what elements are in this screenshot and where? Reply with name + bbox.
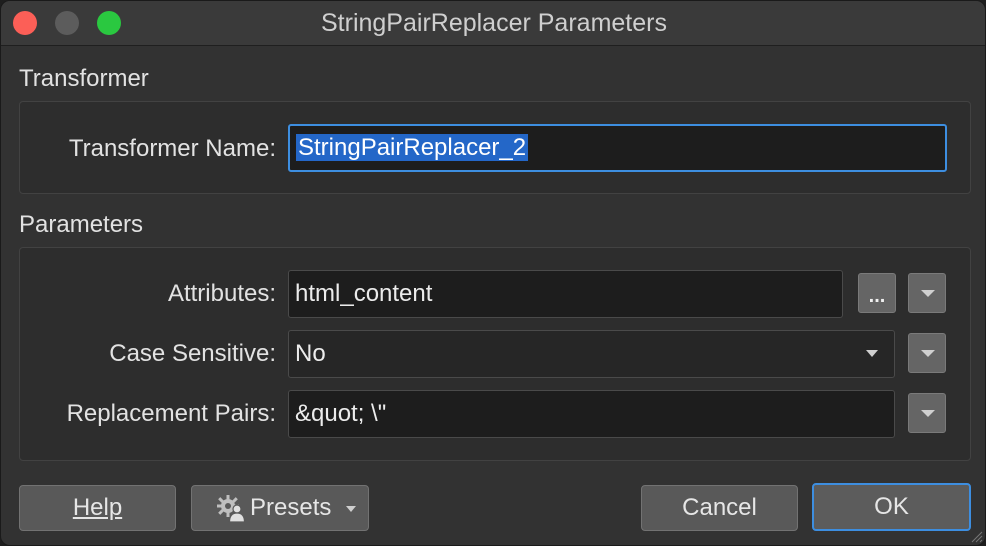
- parameters-section-heading: Parameters: [19, 211, 144, 238]
- chevron-down-icon: [921, 410, 935, 417]
- transformer-name-value: StringPairReplacer_2: [296, 134, 529, 161]
- cancel-button[interactable]: Cancel: [641, 485, 798, 531]
- transformer-name-input[interactable]: StringPairReplacer_2: [288, 124, 947, 172]
- transformer-name-label: Transformer Name:: [68, 135, 276, 162]
- parameters-group: Attributes: html_content ... Case Sensit…: [19, 247, 971, 461]
- case-sensitive-select[interactable]: No: [288, 330, 895, 378]
- replacement-pairs-label: Replacement Pairs:: [66, 400, 276, 427]
- replacement-pairs-input[interactable]: &quot; \": [288, 390, 895, 438]
- transformer-section-heading: Transformer: [19, 65, 149, 92]
- help-button-label: Help: [72, 494, 123, 521]
- transformer-group: Transformer Name: StringPairReplacer_2: [19, 101, 971, 194]
- case-sensitive-options-button[interactable]: [908, 333, 946, 373]
- case-sensitive-value: No: [295, 340, 326, 367]
- dialog-window: StringPairReplacer Parameters Transforme…: [0, 0, 986, 546]
- attributes-input[interactable]: html_content: [288, 270, 843, 318]
- attributes-options-button[interactable]: [908, 273, 946, 313]
- ok-button[interactable]: OK: [812, 483, 971, 531]
- chevron-down-icon: [921, 290, 935, 297]
- presets-button[interactable]: Presets: [191, 485, 369, 531]
- help-button[interactable]: Help: [19, 485, 176, 531]
- chevron-down-icon: [346, 506, 356, 512]
- attributes-browse-button[interactable]: ...: [858, 273, 896, 313]
- chevron-down-icon: [921, 350, 935, 357]
- gear-user-icon: [217, 495, 246, 522]
- window-title: StringPairReplacer Parameters: [321, 9, 667, 37]
- chevron-down-icon: [866, 350, 878, 357]
- title-bar[interactable]: StringPairReplacer Parameters: [1, 1, 985, 46]
- attributes-label: Attributes:: [167, 280, 276, 307]
- presets-button-label: Presets: [250, 494, 332, 521]
- case-sensitive-label: Case Sensitive:: [109, 340, 276, 367]
- replacement-pairs-options-button[interactable]: [908, 393, 946, 433]
- ellipsis-icon: ...: [868, 285, 886, 307]
- resize-grip-icon[interactable]: [969, 529, 983, 543]
